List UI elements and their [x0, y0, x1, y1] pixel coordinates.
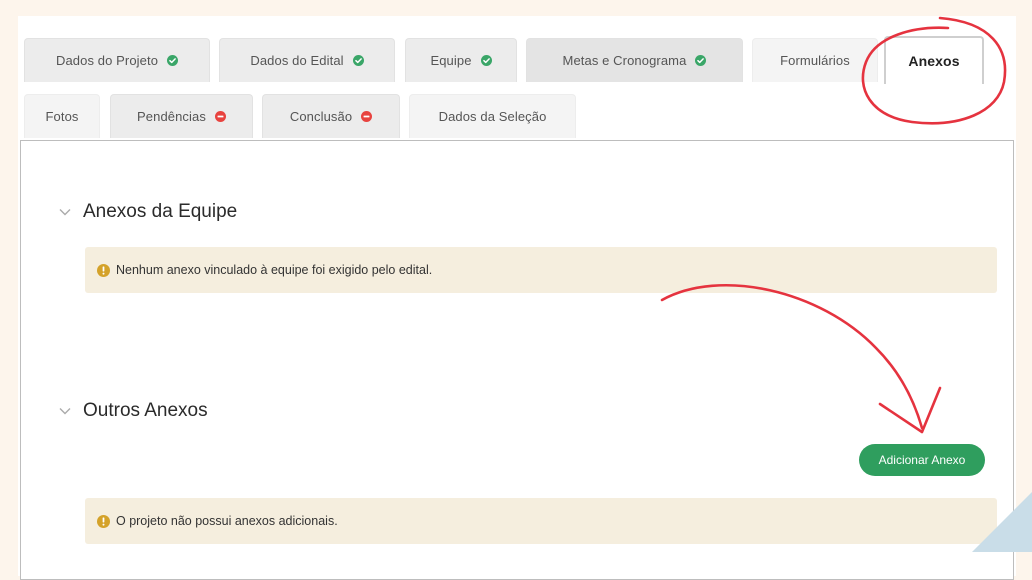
tab-label: Dados do Edital [250, 53, 344, 68]
tab-label: Equipe [430, 53, 472, 68]
tab-label: Pendências [137, 109, 206, 124]
tab-anexos[interactable]: Anexos [884, 36, 984, 84]
tab-metas-e-cronograma[interactable]: Metas e Cronograma [526, 38, 743, 82]
minus-circle-icon [214, 111, 226, 122]
corner-decoration [972, 492, 1032, 552]
info-circle-icon [97, 263, 110, 277]
tab-equipe[interactable]: Equipe [405, 38, 517, 82]
tab-dados-da-selecao[interactable]: Dados da Seleção [409, 94, 576, 138]
tab-label: Anexos [908, 53, 960, 69]
tab-label: Dados do Projeto [55, 53, 159, 68]
minus-circle-icon [361, 111, 373, 122]
check-circle-icon [352, 55, 364, 66]
chevron-down-icon[interactable] [59, 407, 71, 415]
section-title: Anexos da Equipe [83, 201, 238, 222]
chevron-down-icon[interactable] [59, 208, 71, 216]
section-header-outros-anexos[interactable]: Outros Anexos [59, 400, 208, 422]
alert-text: O projeto não possui anexos adicionais. [116, 514, 338, 528]
tab-label: Metas e Cronograma [562, 53, 687, 68]
tab-fotos[interactable]: Fotos [24, 94, 100, 138]
tab-pendencias[interactable]: Pendências [110, 94, 253, 138]
check-circle-icon [167, 55, 179, 66]
alert-team-empty: Nenhum anexo vinculado à equipe foi exig… [85, 247, 997, 293]
tab-label: Dados da Seleção [438, 109, 547, 124]
anexos-panel: Anexos da Equipe Nenhum anexo vinculado … [20, 140, 1014, 580]
section-header-anexos-equipe[interactable]: Anexos da Equipe [59, 201, 237, 223]
info-circle-icon [97, 514, 110, 528]
tab-label: Fotos [45, 109, 79, 124]
add-attachment-button[interactable]: Adicionar Anexo [859, 444, 985, 476]
tab-dados-do-projeto[interactable]: Dados do Projeto [24, 38, 210, 82]
check-circle-icon [695, 55, 707, 66]
check-circle-icon [480, 55, 492, 66]
alert-text: Nenhum anexo vinculado à equipe foi exig… [116, 263, 433, 277]
tab-formularios[interactable]: Formulários [752, 38, 878, 82]
tab-label: Conclusão [289, 109, 353, 124]
tab-conclusao[interactable]: Conclusão [262, 94, 400, 138]
tab-dados-do-edital[interactable]: Dados do Edital [219, 38, 395, 82]
tab-label: Formulários [780, 53, 850, 68]
section-title: Outros Anexos [83, 400, 208, 421]
alert-others-empty: O projeto não possui anexos adicionais. [85, 498, 997, 544]
